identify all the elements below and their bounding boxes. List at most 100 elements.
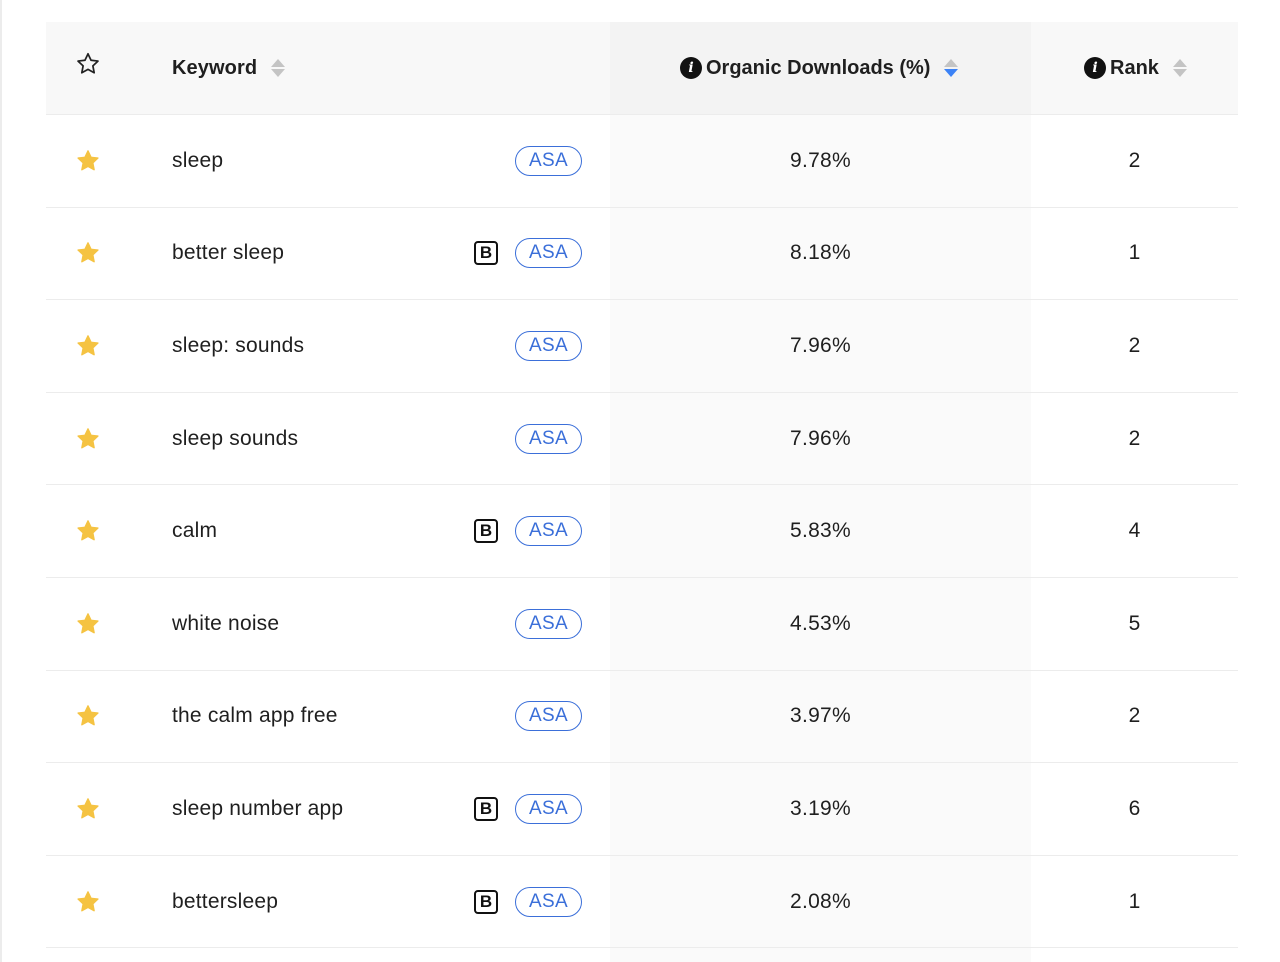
star-filled-icon [77,242,99,263]
brand-badge: B [474,241,498,266]
rank-cell: 2 [1031,300,1238,392]
asa-badge[interactable]: ASA [515,886,582,917]
table-header: Keyword i Organic Downloads (%) i Rank [46,22,1238,115]
asa-badge-cell[interactable]: ASA [515,578,582,670]
organic-downloads-value: 2.08% [789,889,852,913]
sort-descending-arrow [271,69,286,77]
star-filled-icon [77,705,99,726]
asa-badge[interactable]: ASA [515,608,582,639]
rank-value: 2 [1128,148,1141,172]
organic-downloads-cell: 2.08% [610,856,1031,948]
column-header-keyword-label: Keyword [172,56,258,79]
sort-descending-arrow [1172,69,1187,77]
keyword-text: calm [172,519,218,543]
asa-badge-cell[interactable]: ASA [515,763,582,855]
asa-badge-cell[interactable]: ASA [515,485,582,577]
rank-cell: 1 [1031,856,1238,948]
star-filled-icon [77,520,99,541]
organic-downloads-value: 3.19% [789,796,852,820]
rank-cell: 5 [1031,578,1238,670]
table-row[interactable]: calm B ASA 5.83% 4 [46,485,1238,578]
rank-cell: 4 [1031,485,1238,577]
table-row[interactable]: white noise ASA 4.53% 5 [46,578,1238,671]
favorite-toggle[interactable] [74,671,102,763]
keyword-text: the calm app free [172,704,338,728]
star-outline-icon [77,52,99,74]
keyword-cell[interactable]: sleep sounds [172,393,298,485]
asa-badge-cell[interactable]: ASA [515,115,582,207]
sort-ascending-arrow [271,59,286,67]
info-icon[interactable]: i [680,57,702,79]
organic-downloads-value: 4.53% [789,611,852,635]
asa-badge[interactable]: ASA [515,701,582,732]
star-filled-icon [77,890,99,911]
rank-cell: 2 [1031,671,1238,763]
brand-badge: B [474,796,498,821]
sort-icon[interactable] [1172,59,1187,77]
favorite-toggle[interactable] [74,763,102,855]
sort-icon[interactable] [944,59,959,77]
favorite-toggle[interactable] [74,115,102,207]
rank-value: 4 [1128,519,1141,543]
column-header-keyword[interactable]: Keyword [172,54,286,82]
rank-value: 5 [1128,611,1141,635]
rank-cell: 2 [1031,393,1238,485]
column-header-organic-downloads[interactable]: i Organic Downloads (%) [680,54,959,82]
keyword-cell[interactable]: sleep number app [172,763,343,855]
organic-downloads-value: 7.96% [789,333,852,357]
favorite-all-toggle[interactable] [74,50,102,78]
favorite-toggle[interactable] [74,208,102,300]
favorite-toggle[interactable] [74,393,102,485]
asa-badge-cell[interactable]: ASA [515,393,582,485]
asa-badge[interactable]: ASA [515,423,582,454]
rank-cell: 2 [1031,115,1238,207]
brand-badge-cell: B [474,485,498,577]
keyword-cell[interactable]: white noise [172,578,279,670]
star-filled-icon [77,798,99,819]
rank-value: 1 [1128,241,1141,265]
asa-badge[interactable]: ASA [515,516,582,547]
organic-downloads-value: 5.83% [789,519,852,543]
keyword-text: sleep sounds [172,426,299,450]
column-header-rank[interactable]: i Rank [1084,54,1187,82]
table-row[interactable]: better sleep B ASA 8.18% 1 [46,208,1238,301]
asa-badge[interactable]: ASA [515,238,582,269]
brand-badge-cell: B [474,856,498,948]
info-icon[interactable]: i [1084,57,1106,79]
star-filled-icon [77,427,99,449]
rank-cell: 1 [1031,208,1238,300]
favorite-toggle[interactable] [74,485,102,577]
keyword-cell[interactable]: better sleep [172,208,284,300]
keyword-cell[interactable]: sleep: sounds [172,300,304,392]
sort-icon[interactable] [271,59,286,77]
rank-value: 6 [1128,796,1141,820]
keyword-text: sleep [172,148,224,172]
keyword-text: sleep: sounds [172,333,305,357]
asa-badge[interactable]: ASA [515,330,582,361]
rank-value: 2 [1128,333,1141,357]
favorite-toggle[interactable] [74,300,102,392]
table-row[interactable]: the calm app free ASA 3.97% 2 [46,671,1238,764]
keyword-cell[interactable]: the calm app free [172,671,338,763]
asa-badge[interactable]: ASA [515,145,582,176]
brand-badge: B [474,519,498,544]
keyword-cell[interactable]: sleep [172,115,223,207]
table-row[interactable]: sleep number app B ASA 3.19% 6 [46,763,1238,856]
asa-badge-cell[interactable]: ASA [515,300,582,392]
keyword-cell[interactable]: calm [172,485,217,577]
asa-badge[interactable]: ASA [515,793,582,824]
table-row[interactable]: sleep ASA 9.78% 2 [46,115,1238,208]
favorite-toggle[interactable] [74,856,102,948]
favorite-toggle[interactable] [74,578,102,670]
asa-badge-cell[interactable]: ASA [515,208,582,300]
keyword-text: sleep number app [172,796,344,820]
column-header-rank-label: Rank [1110,56,1159,79]
table-row[interactable]: sleep sounds ASA 7.96% 2 [46,393,1238,486]
asa-badge-cell[interactable]: ASA [515,856,582,948]
keyword-cell[interactable]: bettersleep [172,856,278,948]
rank-value: 1 [1128,889,1141,913]
table-row[interactable]: bettersleep B ASA 2.08% 1 [46,856,1238,949]
asa-badge-cell[interactable]: ASA [515,671,582,763]
organic-downloads-value: 8.18% [789,241,852,265]
table-row[interactable]: sleep: sounds ASA 7.96% 2 [46,300,1238,393]
